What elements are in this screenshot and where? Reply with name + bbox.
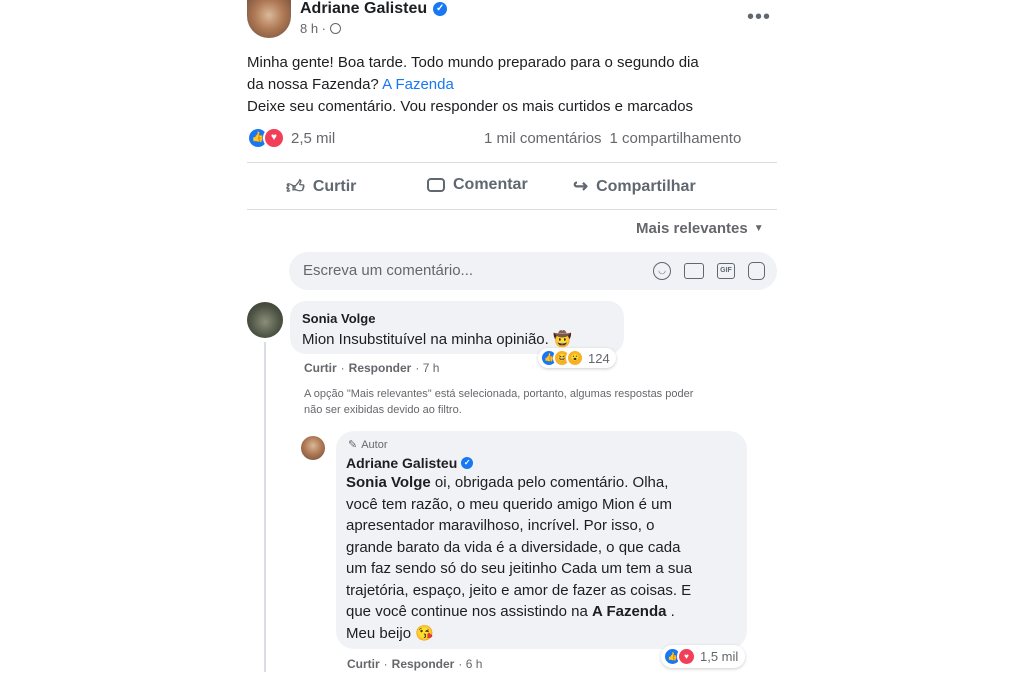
sort-label: Mais relevantes (636, 220, 748, 237)
pencil-icon: ✎ (348, 439, 358, 451)
share-arrow-icon: ↪ (573, 176, 589, 196)
thumbs-up-icon: 👍︎ (286, 177, 305, 197)
reaction-count: 2,5 mil (291, 129, 336, 147)
sort-dropdown[interactable]: Mais relevantes ▼ (636, 220, 764, 237)
filter-notice-line: A opção "Mais relevantes" está seleciona… (304, 388, 694, 400)
share-label: Compartilhar (596, 177, 696, 195)
mention-link[interactable]: Sonia Volge (346, 474, 431, 491)
divider (247, 162, 777, 163)
post-text-fragment: da nossa Fazenda? (247, 76, 379, 93)
reply-reply-link[interactable]: Responder (392, 657, 455, 671)
reaction-summary[interactable]: 👍 ♥ 2,5 mil (247, 127, 335, 149)
post-text-line: da nossa Fazenda? A Fazenda (247, 74, 787, 96)
like-label: Curtir (312, 178, 357, 195)
reply-reactions[interactable]: 👍 ♥ 1,5 mil (661, 645, 746, 668)
reply-text-fragment: oi, obrigada pelo comentário. Olha, (430, 474, 669, 491)
reply-text-line: grande barato da vida é a diversidade, o… (346, 538, 681, 556)
globe-icon (330, 23, 342, 34)
author-badge: ✎ Autor (348, 438, 388, 452)
comment-input[interactable]: Escreva um comentário... ◡ GIF (289, 252, 777, 290)
reply-author-name[interactable]: Adriane Galisteu (346, 455, 457, 471)
emoji-icon[interactable]: ◡ (653, 262, 671, 280)
reply-actions: Curtir · Responder · 6 h (347, 657, 482, 671)
post-text: Minha gente! Boa tarde. Todo mundo prepa… (247, 52, 787, 118)
reply-text-line: trajetória, espaço, jeito e amor de faze… (346, 581, 692, 599)
comment-label: Comentar (453, 176, 528, 193)
engagement-counts: 1 mil comentários 1 compartilhamento (484, 130, 741, 147)
post-author-row: Adriane Galisteu ✓ (300, 0, 448, 18)
love-reaction-icon: ♥ (263, 127, 285, 149)
reply-time[interactable]: · 6 h (458, 657, 482, 671)
camera-icon[interactable] (684, 263, 704, 279)
post-text-line: Deixe seu comentário. Vou responder os m… (247, 98, 694, 115)
comment-author[interactable]: Sonia Volge (302, 311, 375, 326)
love-reaction-icon: ♥ (677, 647, 696, 666)
filter-notice: A opção "Mais relevantes" está seleciona… (304, 386, 693, 418)
page-mention-a-fazenda[interactable]: A Fazenda (592, 603, 666, 620)
post-author-name[interactable]: Adriane Galisteu (300, 0, 427, 18)
share-button[interactable]: ↪ Compartilhar (573, 176, 696, 197)
reply-text-line: Sonia Volge oi, obrigada pelo comentário… (346, 472, 746, 494)
page-link-a-fazenda[interactable]: A Fazenda (382, 76, 454, 93)
reply-text-line: que você continue nos assistindo na A Fa… (346, 601, 746, 623)
more-options-icon[interactable]: ••• (747, 6, 771, 29)
speech-bubble-icon (427, 178, 445, 192)
reply-author-avatar[interactable] (301, 436, 325, 460)
comment-actions: Curtir · Responder · 7 h (304, 361, 439, 375)
reply-bubble: ✎ Autor Adriane Galisteu ✓ Sonia Volge o… (336, 431, 747, 649)
comment-button[interactable]: Comentar (427, 176, 528, 194)
reply-text-line: apresentador maravilhoso, incrível. Por … (346, 517, 655, 534)
reply-text: Sonia Volge oi, obrigada pelo comentário… (346, 472, 746, 644)
comment-like-link[interactable]: Curtir (304, 361, 337, 375)
comment-text: Mion Insubstituível na minha opinião. 🤠 (302, 331, 572, 348)
comments-count[interactable]: 1 mil comentários (484, 130, 602, 147)
reply-text-fragment: que você continue nos assistindo na (346, 603, 592, 620)
post-time-row: 8 h · (300, 21, 342, 36)
divider (247, 209, 777, 210)
comment-time[interactable]: · 7 h (415, 361, 439, 375)
commenter-avatar[interactable] (247, 302, 283, 338)
comment-reactions[interactable]: 👍 😆 😮 124 (538, 348, 616, 368)
separator: · (340, 361, 345, 375)
author-badge-label: Autor (361, 438, 388, 451)
caret-down-icon: ▼ (753, 223, 764, 234)
reply-text-fragment: . (666, 603, 675, 620)
shares-count[interactable]: 1 compartilhamento (610, 130, 742, 147)
comment-reaction-count: 124 (588, 350, 610, 366)
verified-icon: ✓ (461, 457, 474, 469)
verified-icon: ✓ (433, 2, 448, 16)
comment-reply-link[interactable]: Responder (349, 361, 412, 375)
separator: · (383, 657, 388, 671)
reply-text-line: um faz sendo só do seu jeitinho Cada um … (346, 560, 693, 577)
post-text-line: Minha gente! Boa tarde. Todo mundo prepa… (247, 54, 699, 71)
sticker-icon[interactable] (748, 262, 765, 280)
comment-bubble: Sonia Volge Mion Insubstituível na minha… (290, 301, 624, 354)
author-avatar[interactable] (247, 0, 291, 38)
reply-reaction-count: 1,5 mil (700, 649, 739, 664)
post-time[interactable]: 8 h · (300, 21, 326, 36)
reply-text-line: Meu beijo 😘 (346, 624, 434, 642)
like-button[interactable]: 👍︎ Curtir (286, 176, 356, 198)
reply-author-row: Adriane Galisteu ✓ (346, 455, 474, 471)
comment-input-placeholder: Escreva um comentário... (303, 262, 474, 279)
filter-notice-line: não ser exibidas devido ao filtro. (304, 404, 462, 416)
reply-like-link[interactable]: Curtir (347, 657, 380, 671)
gif-icon[interactable]: GIF (717, 263, 735, 279)
thread-line (264, 342, 266, 672)
wow-reaction-icon: 😮 (566, 349, 584, 367)
reply-text-line: você tem razão, o meu querido amigo Mion… (346, 495, 672, 513)
